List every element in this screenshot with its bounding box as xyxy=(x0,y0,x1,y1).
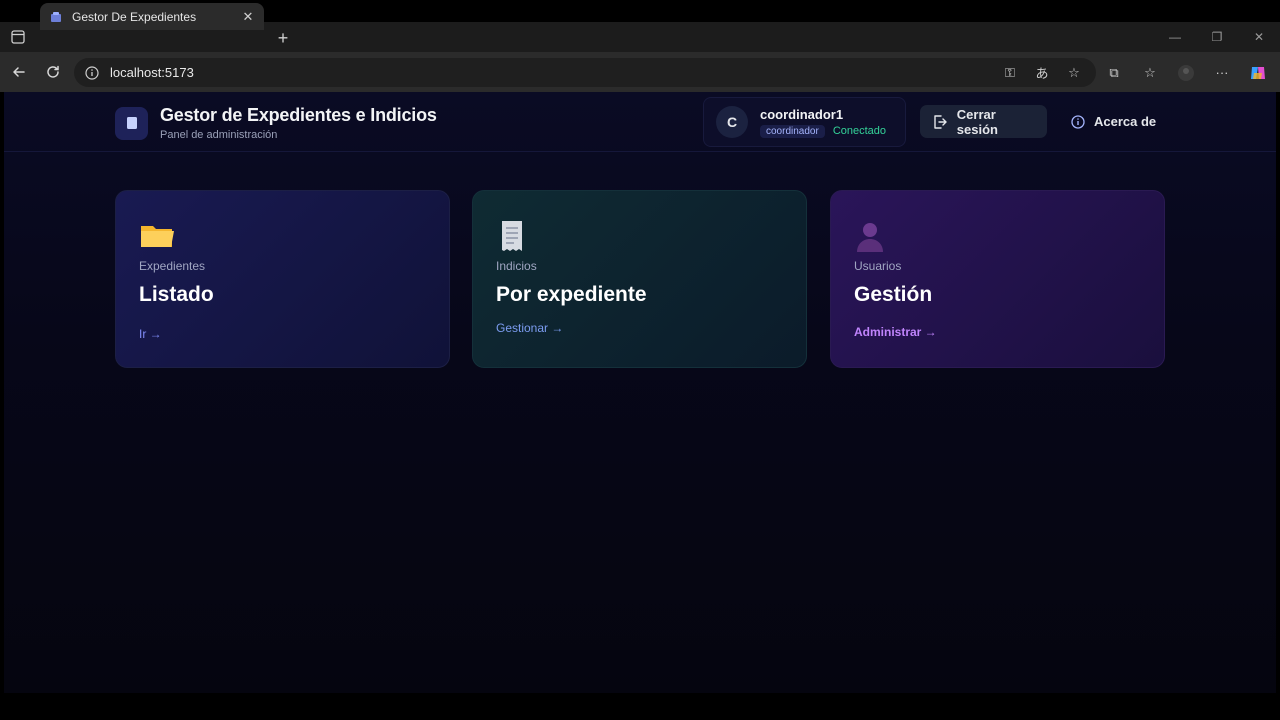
info-icon xyxy=(1070,114,1086,130)
app-subtitle: Panel de administración xyxy=(160,129,278,141)
about-button[interactable]: Acerca de xyxy=(1070,105,1156,138)
card-link[interactable]: Gestionar → xyxy=(496,321,563,335)
tab-title: Gestor De Expedientes xyxy=(72,9,197,24)
extensions-icon[interactable]: ⧉ xyxy=(1098,58,1130,87)
card-expedientes[interactable]: Expedientes Listado Ir → xyxy=(115,190,450,368)
browser-extensions: ⧉ ☆ ··· xyxy=(1098,58,1274,87)
favorite-star-icon[interactable]: ☆ xyxy=(1062,61,1086,85)
new-tab-icon[interactable]: + xyxy=(272,28,294,48)
card-kicker: Usuarios xyxy=(854,259,902,273)
translate-icon[interactable]: あ xyxy=(1030,61,1054,85)
app-viewport: Gestor de Expedientes e Indicios Panel d… xyxy=(4,92,1276,693)
card-usuarios[interactable]: Usuarios Gestión Administrar → xyxy=(830,190,1165,368)
logout-button[interactable]: Cerrar sesión xyxy=(920,105,1047,138)
card-link[interactable]: Administrar → xyxy=(854,325,937,339)
user-icon xyxy=(854,219,890,255)
more-menu-icon[interactable]: ··· xyxy=(1206,58,1238,87)
window-controls: — ❐ ✕ xyxy=(1154,22,1280,52)
reload-icon[interactable] xyxy=(36,56,70,88)
receipt-icon xyxy=(496,219,532,255)
browser-tab[interactable]: Gestor De Expedientes ✕ xyxy=(40,3,264,30)
folder-icon xyxy=(139,219,175,255)
logout-label: Cerrar sesión xyxy=(956,106,998,137)
logout-icon xyxy=(932,113,949,131)
app-favicon-icon xyxy=(48,9,64,25)
tab-close-icon[interactable]: ✕ xyxy=(240,9,256,25)
avatar: C xyxy=(716,106,748,138)
close-window-icon[interactable]: ✕ xyxy=(1238,22,1280,52)
profile-avatar-icon[interactable] xyxy=(1170,58,1202,87)
status-badge: Conectado xyxy=(832,125,887,137)
about-label: Acerca de xyxy=(1094,114,1157,129)
role-badge: coordinador xyxy=(760,124,825,138)
screen-border-bottom xyxy=(0,693,1280,720)
back-icon[interactable] xyxy=(2,56,36,88)
brand-logo-icon xyxy=(115,106,148,140)
card-kicker: Expedientes xyxy=(139,259,206,273)
minimize-icon[interactable]: — xyxy=(1154,22,1196,52)
card-indicios[interactable]: Indicios Por expediente Gestionar → xyxy=(472,190,807,368)
url-text: localhost:5173 xyxy=(110,65,194,80)
tab-actions-icon[interactable] xyxy=(0,22,36,52)
user-info: C coordinador1 coordinador Conectado xyxy=(703,97,906,147)
user-name: coordinador1 xyxy=(760,106,844,122)
key-icon[interactable]: ⚿ xyxy=(998,61,1022,85)
app-title: Gestor de Expedientes e Indicios xyxy=(160,105,437,125)
favorites-icon[interactable]: ☆ xyxy=(1134,58,1166,87)
card-title: Gestión xyxy=(854,283,933,306)
card-title: Listado xyxy=(139,283,214,306)
card-title: Por expediente xyxy=(496,283,647,306)
dashboard-cards: Expedientes Listado Ir → Indicios Por ex… xyxy=(115,190,1165,370)
brand: Gestor de Expedientes e Indicios Panel d… xyxy=(115,105,437,141)
app-header: Gestor de Expedientes e Indicios Panel d… xyxy=(4,92,1276,152)
card-link[interactable]: Ir → xyxy=(139,327,162,341)
site-info-icon[interactable] xyxy=(84,65,100,81)
address-bar[interactable]: localhost:5173 ⚿ あ ☆ xyxy=(74,58,1096,87)
card-kicker: Indicios xyxy=(496,259,537,273)
copilot-icon[interactable] xyxy=(1242,58,1274,87)
restore-icon[interactable]: ❐ xyxy=(1196,22,1238,52)
